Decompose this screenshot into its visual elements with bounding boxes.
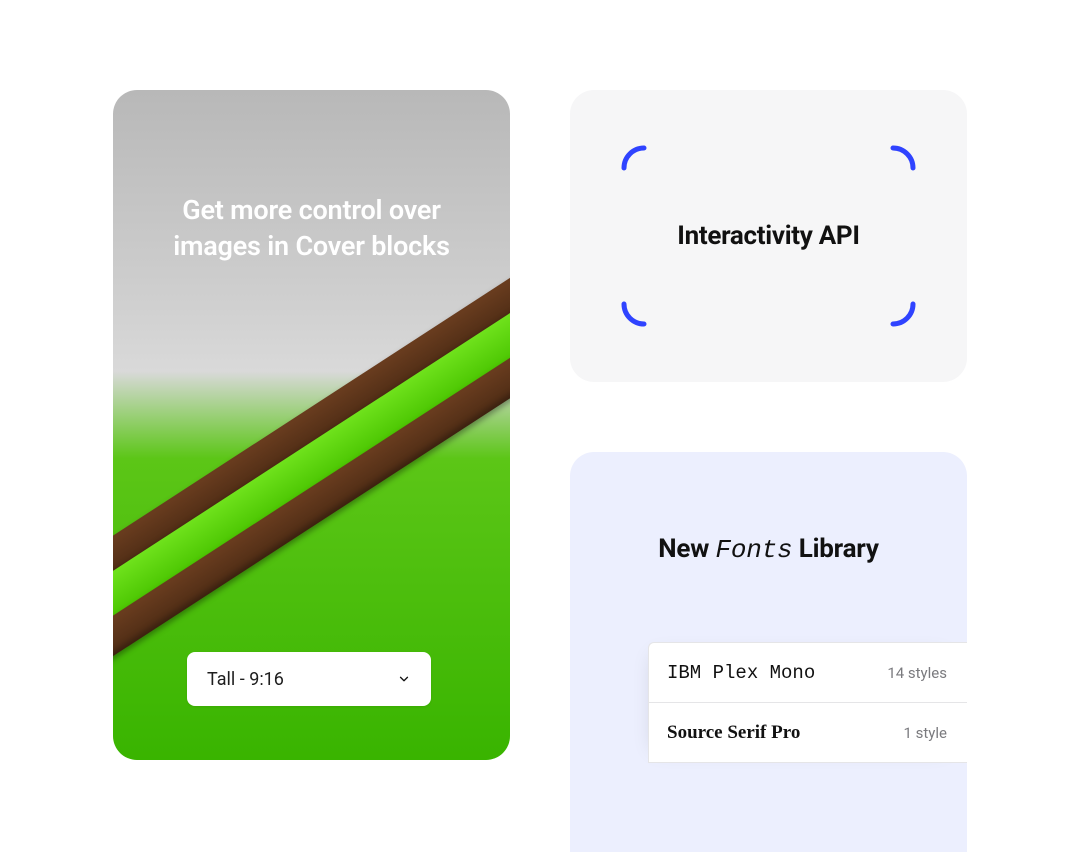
font-list-item[interactable]: Source Serif Pro 1 style <box>649 703 967 763</box>
fonts-title-mono-italic: Fonts <box>715 535 792 565</box>
font-list-item[interactable]: IBM Plex Mono 14 styles <box>649 643 967 703</box>
interactivity-api-card: Interactivity API <box>570 90 967 382</box>
focus-corner-icon <box>873 144 917 188</box>
interactivity-api-title: Interactivity API <box>677 221 859 251</box>
font-name: Source Serif Pro <box>667 722 800 744</box>
stripe-green <box>113 309 510 626</box>
cover-headline-line-2: images in Cover blocks <box>173 230 450 262</box>
fonts-title-prefix: New <box>658 534 715 564</box>
cover-headline-line-1: Get more control over <box>182 194 441 226</box>
cover-block-card: Get more control over images in Cover bl… <box>113 90 510 760</box>
fonts-library-title: New Fonts Library <box>570 534 967 565</box>
font-styles-count: 1 style <box>904 724 948 742</box>
fonts-title-suffix: Library <box>792 534 878 564</box>
aspect-ratio-value: Tall - 9:16 <box>207 669 284 690</box>
focus-corner-icon <box>873 284 917 328</box>
cover-headline: Get more control over images in Cover bl… <box>113 192 510 265</box>
focus-corner-icon <box>620 284 664 328</box>
stripe-wood <box>113 272 510 582</box>
focus-corner-icon <box>620 144 664 188</box>
fonts-library-card: New Fonts Library IBM Plex Mono 14 style… <box>570 452 967 852</box>
font-list: IBM Plex Mono 14 styles Source Serif Pro… <box>648 642 967 763</box>
font-styles-count: 14 styles <box>887 664 947 682</box>
font-name: IBM Plex Mono <box>667 662 815 684</box>
aspect-ratio-select[interactable]: Tall - 9:16 <box>187 652 431 706</box>
chevron-down-icon <box>397 672 411 686</box>
stripe-wood <box>113 352 510 662</box>
